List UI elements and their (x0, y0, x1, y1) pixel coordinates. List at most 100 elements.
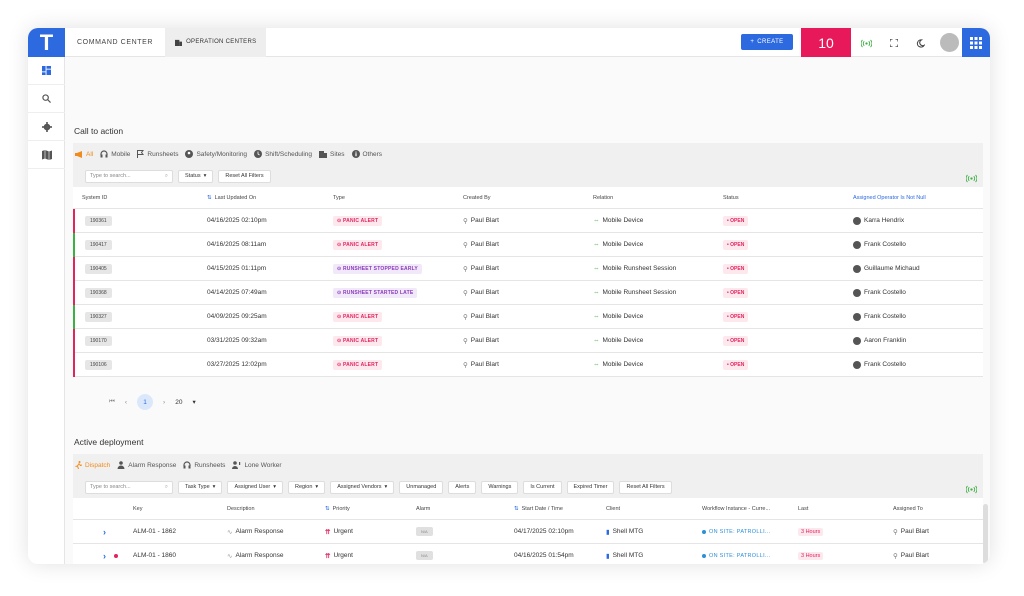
system-id-badge[interactable]: 190327 (85, 311, 112, 322)
expand-chevron-icon[interactable]: › (103, 527, 106, 537)
apps-grid-button[interactable] (962, 28, 990, 57)
alerts-toggle[interactable]: Alerts (448, 480, 477, 494)
broadcast-icon[interactable] (859, 36, 873, 50)
workflow-cell[interactable]: ON SITE: PATROLLI... (702, 529, 798, 535)
tab-runsheets[interactable]: Runsheets (137, 150, 178, 158)
col-relation[interactable]: Relation (593, 195, 723, 201)
relation-cell[interactable]: ⇔ Mobile Device (593, 313, 723, 320)
expand-chevron-icon[interactable]: › (103, 551, 106, 561)
table-row[interactable]: 190170 03/31/2025 09:32am ⊙ PANIC ALERT … (73, 329, 983, 353)
col-last[interactable]: Last (798, 506, 893, 512)
tab-dispatch[interactable]: Dispatch (75, 461, 110, 469)
created-by-name: Paul Blart (470, 241, 499, 248)
table-row[interactable]: › ALM-01 - 1860 ∿ Alarm Response ⇈ Urgent … (73, 544, 983, 564)
tab-safety-monitoring[interactable]: Safety/Monitoring (185, 150, 247, 158)
tab-shift-scheduling[interactable]: Shift/Scheduling (254, 150, 312, 158)
table-row[interactable]: 190368 04/14/2025 07:49am ⊙ RUNSHEET STA… (73, 281, 983, 305)
system-id-badge[interactable]: 190405 (85, 263, 112, 274)
table-row[interactable]: › ALM-01 - 1862 ∿ Alarm Response ⇈ Urgent … (73, 520, 983, 544)
key-cell[interactable]: ALM-01 - 1860 (133, 552, 227, 559)
sidebar-item-dashboard[interactable] (28, 57, 65, 85)
table-row[interactable]: 190417 04/16/2025 08:11am ⊙ PANIC ALERT … (73, 233, 983, 257)
dark-mode-icon[interactable] (913, 36, 927, 50)
tab-all[interactable]: All (75, 150, 93, 158)
col-assigned-operator[interactable]: Assigned Operator Is Not Null (853, 195, 983, 201)
last-badge: 3 Hours (798, 527, 824, 536)
clock-icon (254, 150, 263, 158)
reset-filters-button[interactable]: Reset All Filters (619, 480, 672, 494)
sidebar-item-search[interactable] (28, 85, 65, 113)
reset-filters-button[interactable]: Reset All Filters (218, 169, 271, 183)
task-type-filter[interactable]: Task Type ▾ (178, 480, 223, 494)
live-signal-icon[interactable] (965, 481, 978, 499)
tab-operation-centers[interactable]: OPERATION CENTERS (165, 28, 267, 57)
sidebar-item-settings[interactable] (28, 113, 65, 141)
tab-mobile[interactable]: Mobile (100, 150, 130, 158)
col-workflow[interactable]: Workflow Instance - Curre... (702, 506, 798, 512)
relation-cell[interactable]: ⇔ Mobile Runsheet Session (593, 289, 723, 296)
create-button[interactable]: + CREATE (741, 34, 793, 50)
sidebar-item-map[interactable] (28, 141, 65, 169)
running-person-icon (75, 461, 82, 469)
deploy-filter-bar: Dispatch Alarm Response Runsheets Lone W… (73, 454, 983, 498)
next-page-icon[interactable]: › (163, 399, 165, 406)
page-size[interactable]: 20 (175, 399, 182, 406)
unmanaged-toggle[interactable]: Unmanaged (399, 480, 444, 494)
col-description[interactable]: Description (227, 506, 325, 512)
live-signal-icon[interactable] (965, 170, 978, 188)
col-start[interactable]: ⇅ Start Date / Time (514, 506, 606, 512)
page-current[interactable]: 1 (137, 394, 154, 410)
col-status[interactable]: Status (723, 195, 853, 201)
region-filter[interactable]: Region ▾ (287, 480, 326, 494)
table-row[interactable]: 190361 04/16/2025 02:10pm ⊙ PANIC ALERT … (73, 209, 983, 233)
col-last-updated[interactable]: ⇅ Last Updated On (207, 195, 333, 201)
relation-cell[interactable]: ⇔ Mobile Runsheet Session (593, 265, 723, 272)
relation-cell[interactable]: ⇔ Mobile Device (593, 241, 723, 248)
tab-sites[interactable]: Sites (319, 150, 345, 158)
chevron-down-icon: ▾ (273, 484, 276, 490)
expired-timer-toggle[interactable]: Expired Timer (566, 480, 615, 494)
filter-label: Task Type (185, 484, 210, 490)
is-current-toggle[interactable]: Is Current (523, 480, 562, 494)
col-alarm[interactable]: Alarm (416, 506, 514, 512)
alert-counter[interactable]: 10 (801, 28, 851, 57)
table-row[interactable]: 190106 03/27/2025 12:02pm ⊙ PANIC ALERT … (73, 353, 983, 377)
col-key[interactable]: Key (133, 506, 227, 512)
col-priority[interactable]: ⇅ Priority (325, 506, 416, 512)
chevron-down-icon[interactable]: ▾ (192, 398, 195, 406)
tab-others[interactable]: Others (351, 150, 382, 158)
cta-search-input[interactable]: Type to search... ⌕ (85, 169, 173, 183)
prev-page-icon[interactable]: ‹ (125, 399, 127, 406)
fullscreen-icon[interactable] (887, 36, 901, 50)
col-client[interactable]: Client (606, 506, 702, 512)
relation-cell[interactable]: ⇔ Mobile Device (593, 217, 723, 224)
warnings-toggle[interactable]: Warnings (481, 480, 519, 494)
user-avatar[interactable] (940, 33, 959, 52)
tab-runsheets-deploy[interactable]: Runsheets (183, 461, 225, 469)
system-id-badge[interactable]: 190106 (85, 359, 112, 370)
app-logo[interactable]: T (28, 28, 65, 57)
relation-cell[interactable]: ⇔ Mobile Device (593, 361, 723, 368)
deploy-search-input[interactable]: Type to search... ⌕ (85, 480, 173, 494)
tab-lone-worker[interactable]: Lone Worker (232, 461, 282, 469)
col-type[interactable]: Type (333, 195, 463, 201)
system-id-badge[interactable]: 190368 (85, 287, 112, 298)
status-filter[interactable]: Status ▾ (178, 169, 214, 183)
workflow-cell[interactable]: ON SITE: PATROLLI... (702, 553, 798, 559)
col-created-by[interactable]: Created By (463, 195, 593, 201)
relation-cell[interactable]: ⇔ Mobile Device (593, 337, 723, 344)
vertical-scrollbar[interactable] (983, 504, 988, 564)
tab-alarm-response[interactable]: Alarm Response (117, 461, 176, 469)
col-assigned-to[interactable]: Assigned To (893, 506, 973, 512)
col-system-id[interactable]: System ID (73, 195, 207, 201)
table-row[interactable]: 190405 04/15/2025 01:11pm ⊙ RUNSHEET STO… (73, 257, 983, 281)
assigned-user-filter[interactable]: Assigned User ▾ (227, 480, 283, 494)
key-cell[interactable]: ALM-01 - 1862 (133, 528, 227, 535)
assigned-vendors-filter[interactable]: Assigned Vendors ▾ (330, 480, 395, 494)
first-page-icon[interactable]: ⏮ (109, 398, 115, 406)
system-id-badge[interactable]: 190361 (85, 215, 112, 226)
system-id-badge[interactable]: 190170 (85, 335, 112, 346)
tab-label: Runsheets (147, 150, 179, 158)
system-id-badge[interactable]: 190417 (85, 239, 112, 250)
table-row[interactable]: 190327 04/09/2025 09:25am ⊙ PANIC ALERT … (73, 305, 983, 329)
